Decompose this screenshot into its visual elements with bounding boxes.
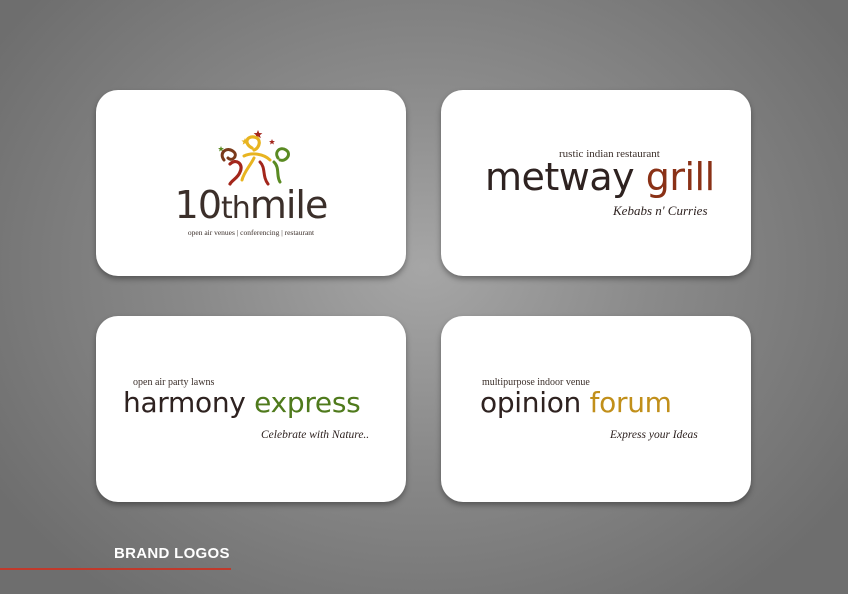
logo-card-10thmile: 10thmile open air venues | conferencing … xyxy=(96,90,406,276)
section-title: BRAND LOGOS xyxy=(114,545,230,562)
10thmile-number: 10 xyxy=(174,183,222,227)
10thmile-tagline: open air venues | conferencing | restaur… xyxy=(187,228,315,237)
grill-word: grill xyxy=(645,155,715,199)
section-underline xyxy=(0,568,231,570)
10thmile-suffix: th xyxy=(221,191,251,226)
logo-card-harmony-express: open air party lawns harmony express Cel… xyxy=(96,316,406,502)
harmony-express-wordmark: harmony express xyxy=(123,386,361,419)
forum-word: forum xyxy=(589,386,672,419)
star-icon xyxy=(269,139,275,145)
harmony-word: harmony xyxy=(123,386,246,419)
logo-card-opinion-forum: multipurpose indoor venue opinion forum … xyxy=(441,316,751,502)
metway-grill-wordmark: metway grill xyxy=(485,155,715,199)
10thmile-word: mile xyxy=(249,183,329,227)
opinion-word: opinion xyxy=(480,386,581,419)
10thmile-emblem-icon xyxy=(218,130,290,186)
metway-word: metway xyxy=(485,155,635,199)
logo-card-metway-grill: rustic indian restaurant metway grill Ke… xyxy=(441,90,751,276)
10thmile-wordmark: 10thmile xyxy=(96,183,406,227)
harmony-express-subtitle: Celebrate with Nature.. xyxy=(261,429,370,441)
express-word: express xyxy=(254,386,361,419)
metway-grill-subtitle: Kebabs n' Curries xyxy=(613,203,708,218)
opinion-forum-wordmark: opinion forum xyxy=(480,386,672,419)
opinion-forum-subtitle: Express your Ideas xyxy=(610,429,698,441)
